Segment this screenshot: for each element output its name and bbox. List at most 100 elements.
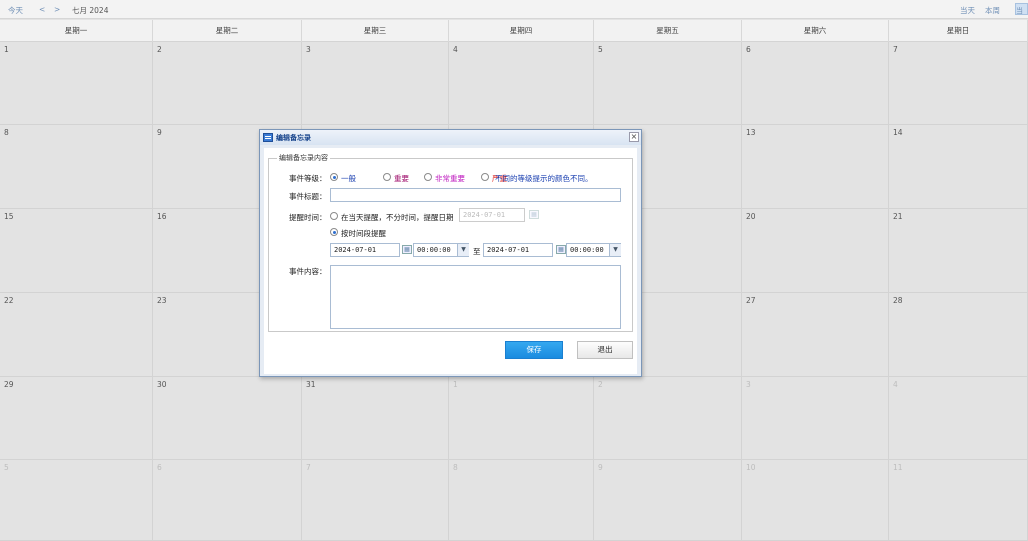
prev-month-button[interactable]: <	[39, 5, 45, 14]
day-cell[interactable]: 7	[302, 460, 449, 541]
weekday-name: 星期二	[153, 20, 302, 42]
day-number: 7	[306, 463, 311, 472]
day-number: 1	[4, 45, 9, 54]
day-cell[interactable]: 10	[742, 460, 889, 541]
day-number: 3	[746, 380, 751, 389]
chevron-down-icon[interactable]: ▼	[609, 244, 621, 256]
weekday-name: 星期三	[302, 20, 449, 42]
day-cell[interactable]: 8	[449, 460, 594, 541]
weekday-name: 星期六	[742, 20, 889, 42]
day-cell[interactable]: 3	[302, 42, 449, 125]
day-cell[interactable]: 13	[742, 125, 889, 209]
day-cell[interactable]: 15	[0, 209, 153, 293]
exit-button[interactable]: 退出	[577, 341, 633, 359]
day-number: 6	[157, 463, 162, 472]
weekday-header: 星期一 星期二 星期三 星期四 星期五 星期六 星期日	[0, 20, 1028, 42]
weekday-name: 星期五	[594, 20, 742, 42]
day-cell[interactable]: 8	[0, 125, 153, 209]
level-radio[interactable]	[424, 173, 432, 181]
title-label: 事件标题：	[289, 192, 327, 201]
title-input[interactable]	[330, 188, 621, 202]
day-cell[interactable]: 5	[594, 42, 742, 125]
edit-memo-dialog: 编辑备忘录 × 编辑备忘录内容 事件等级： 一般 重要 非常重要 严重 不同的等级提示…	[259, 129, 642, 377]
day-cell[interactable]: 20	[742, 209, 889, 293]
day-cell[interactable]: 21	[889, 209, 1028, 293]
level-option-label: 非常重要	[435, 174, 465, 183]
remind-period-radio[interactable]	[330, 228, 338, 236]
day-number: 2	[157, 45, 162, 54]
day-cell[interactable]: 30	[153, 377, 302, 460]
day-cell[interactable]: 28	[889, 293, 1028, 377]
day-number: 29	[4, 380, 14, 389]
calendar-icon[interactable]: ▦	[556, 245, 566, 254]
remind-day-radio[interactable]	[330, 212, 338, 220]
weekday-name: 星期日	[889, 20, 1028, 42]
level-radio[interactable]	[330, 173, 338, 181]
day-cell[interactable]: 4	[449, 42, 594, 125]
calendar-icon[interactable]: ▦	[529, 210, 539, 219]
end-time-value: 00:00:00	[570, 246, 604, 254]
day-cell[interactable]: 6	[742, 42, 889, 125]
day-cell[interactable]: 31	[302, 377, 449, 460]
day-number: 20	[746, 212, 756, 221]
level-note: 不同的等级提示的颜色不同。	[495, 174, 593, 183]
content-label: 事件内容：	[289, 267, 327, 276]
day-number: 30	[157, 380, 167, 389]
day-number: 11	[893, 463, 903, 472]
day-number: 8	[4, 128, 9, 137]
day-cell[interactable]: 4	[889, 377, 1028, 460]
day-cell[interactable]: 22	[0, 293, 153, 377]
day-view-button[interactable]: 当天	[960, 5, 975, 16]
weekday-name: 星期四	[449, 20, 594, 42]
day-number: 4	[453, 45, 458, 54]
next-month-button[interactable]: >	[54, 5, 60, 14]
day-cell[interactable]: 11	[889, 460, 1028, 541]
day-cell[interactable]: 9	[594, 460, 742, 541]
day-cell[interactable]: 2	[153, 42, 302, 125]
day-number: 22	[4, 296, 14, 305]
day-number: 6	[746, 45, 751, 54]
day-number: 1	[453, 380, 458, 389]
day-cell[interactable]: 6	[153, 460, 302, 541]
day-number: 3	[306, 45, 311, 54]
day-cell[interactable]: 2	[594, 377, 742, 460]
day-cell[interactable]: 7	[889, 42, 1028, 125]
day-number: 15	[4, 212, 14, 221]
level-radio[interactable]	[383, 173, 391, 181]
remind-day-option-label: 在当天提醒，不分时间，提醒日期	[341, 213, 454, 222]
day-cell[interactable]: 14	[889, 125, 1028, 209]
day-number: 14	[893, 128, 903, 137]
day-cell[interactable]: 1	[449, 377, 594, 460]
day-cell[interactable]: 1	[0, 42, 153, 125]
month-view-button[interactable]: 当月	[1015, 3, 1028, 15]
day-number: 2	[598, 380, 603, 389]
memo-icon	[263, 133, 273, 142]
day-number: 10	[746, 463, 756, 472]
chevron-down-icon[interactable]: ▼	[457, 244, 469, 256]
day-cell[interactable]: 29	[0, 377, 153, 460]
day-cell[interactable]: 3	[742, 377, 889, 460]
dialog-title: 编辑备忘录	[276, 134, 311, 142]
weekday-name: 星期一	[0, 20, 153, 42]
calendar-icon[interactable]: ▦	[402, 245, 412, 254]
level-label: 事件等级：	[289, 174, 327, 183]
remind-day-date-input[interactable]: 2024-07-01	[459, 208, 525, 222]
day-cell[interactable]: 27	[742, 293, 889, 377]
day-number: 21	[893, 212, 903, 221]
day-number: 9	[598, 463, 603, 472]
end-date-input[interactable]: 2024-07-01	[483, 243, 553, 257]
content-textarea[interactable]	[330, 265, 621, 329]
save-button[interactable]: 保存	[505, 341, 563, 359]
dialog-titlebar[interactable]: 编辑备忘录 ×	[260, 130, 641, 145]
day-number: 7	[893, 45, 898, 54]
week-view-button[interactable]: 本周	[985, 5, 1000, 16]
day-cell[interactable]: 5	[0, 460, 153, 541]
to-label: 至	[473, 247, 481, 256]
level-option-label: 重要	[394, 174, 409, 183]
today-button[interactable]: 今天	[8, 5, 23, 16]
level-radio[interactable]	[481, 173, 489, 181]
start-date-input[interactable]: 2024-07-01	[330, 243, 400, 257]
close-icon[interactable]: ×	[629, 132, 639, 142]
day-number: 31	[306, 380, 316, 389]
remind-period-option-label: 按时间段提醒	[341, 229, 386, 238]
